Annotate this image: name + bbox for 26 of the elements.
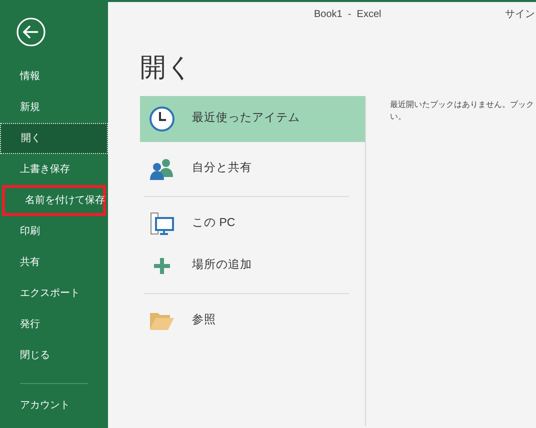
place-item[interactable]: この PC [140,203,365,245]
sidebar-item[interactable]: 発行 [0,309,108,340]
sidebar-item[interactable]: 閉じる [0,340,108,371]
place-item[interactable]: 自分と共有 [140,148,365,190]
back-button[interactable] [16,17,46,47]
clock-icon [149,106,175,132]
place-item[interactable]: 参照 [140,300,365,342]
sidebar-item[interactable]: アカウント [0,390,108,421]
folder-icon [149,311,175,331]
plus-icon [154,258,170,274]
people-icon [149,158,175,180]
sidebar-item[interactable]: 開く [0,123,108,154]
sidebar-item[interactable]: 新規 [0,92,108,123]
sidebar-item[interactable]: エクスポート [0,278,108,309]
sidebar-item[interactable]: 印刷 [0,216,108,247]
computer-icon [150,212,174,236]
window-title: Book1 - Excel [314,8,382,22]
empty-message: 最近開いたブックはありません。ブック [390,99,534,111]
empty-message: い。 [390,111,407,123]
sidebar-item[interactable]: 情報 [0,61,108,92]
place-item[interactable]: 場所の追加 [140,245,365,287]
place-item[interactable]: 最近使ったアイテム [140,96,365,142]
sidebar-item[interactable]: 上書き保存 [0,154,108,185]
sign-in-link[interactable]: サイン [505,6,535,22]
sidebar-item[interactable]: 共有 [0,247,108,278]
page-heading: 開く [140,54,194,80]
